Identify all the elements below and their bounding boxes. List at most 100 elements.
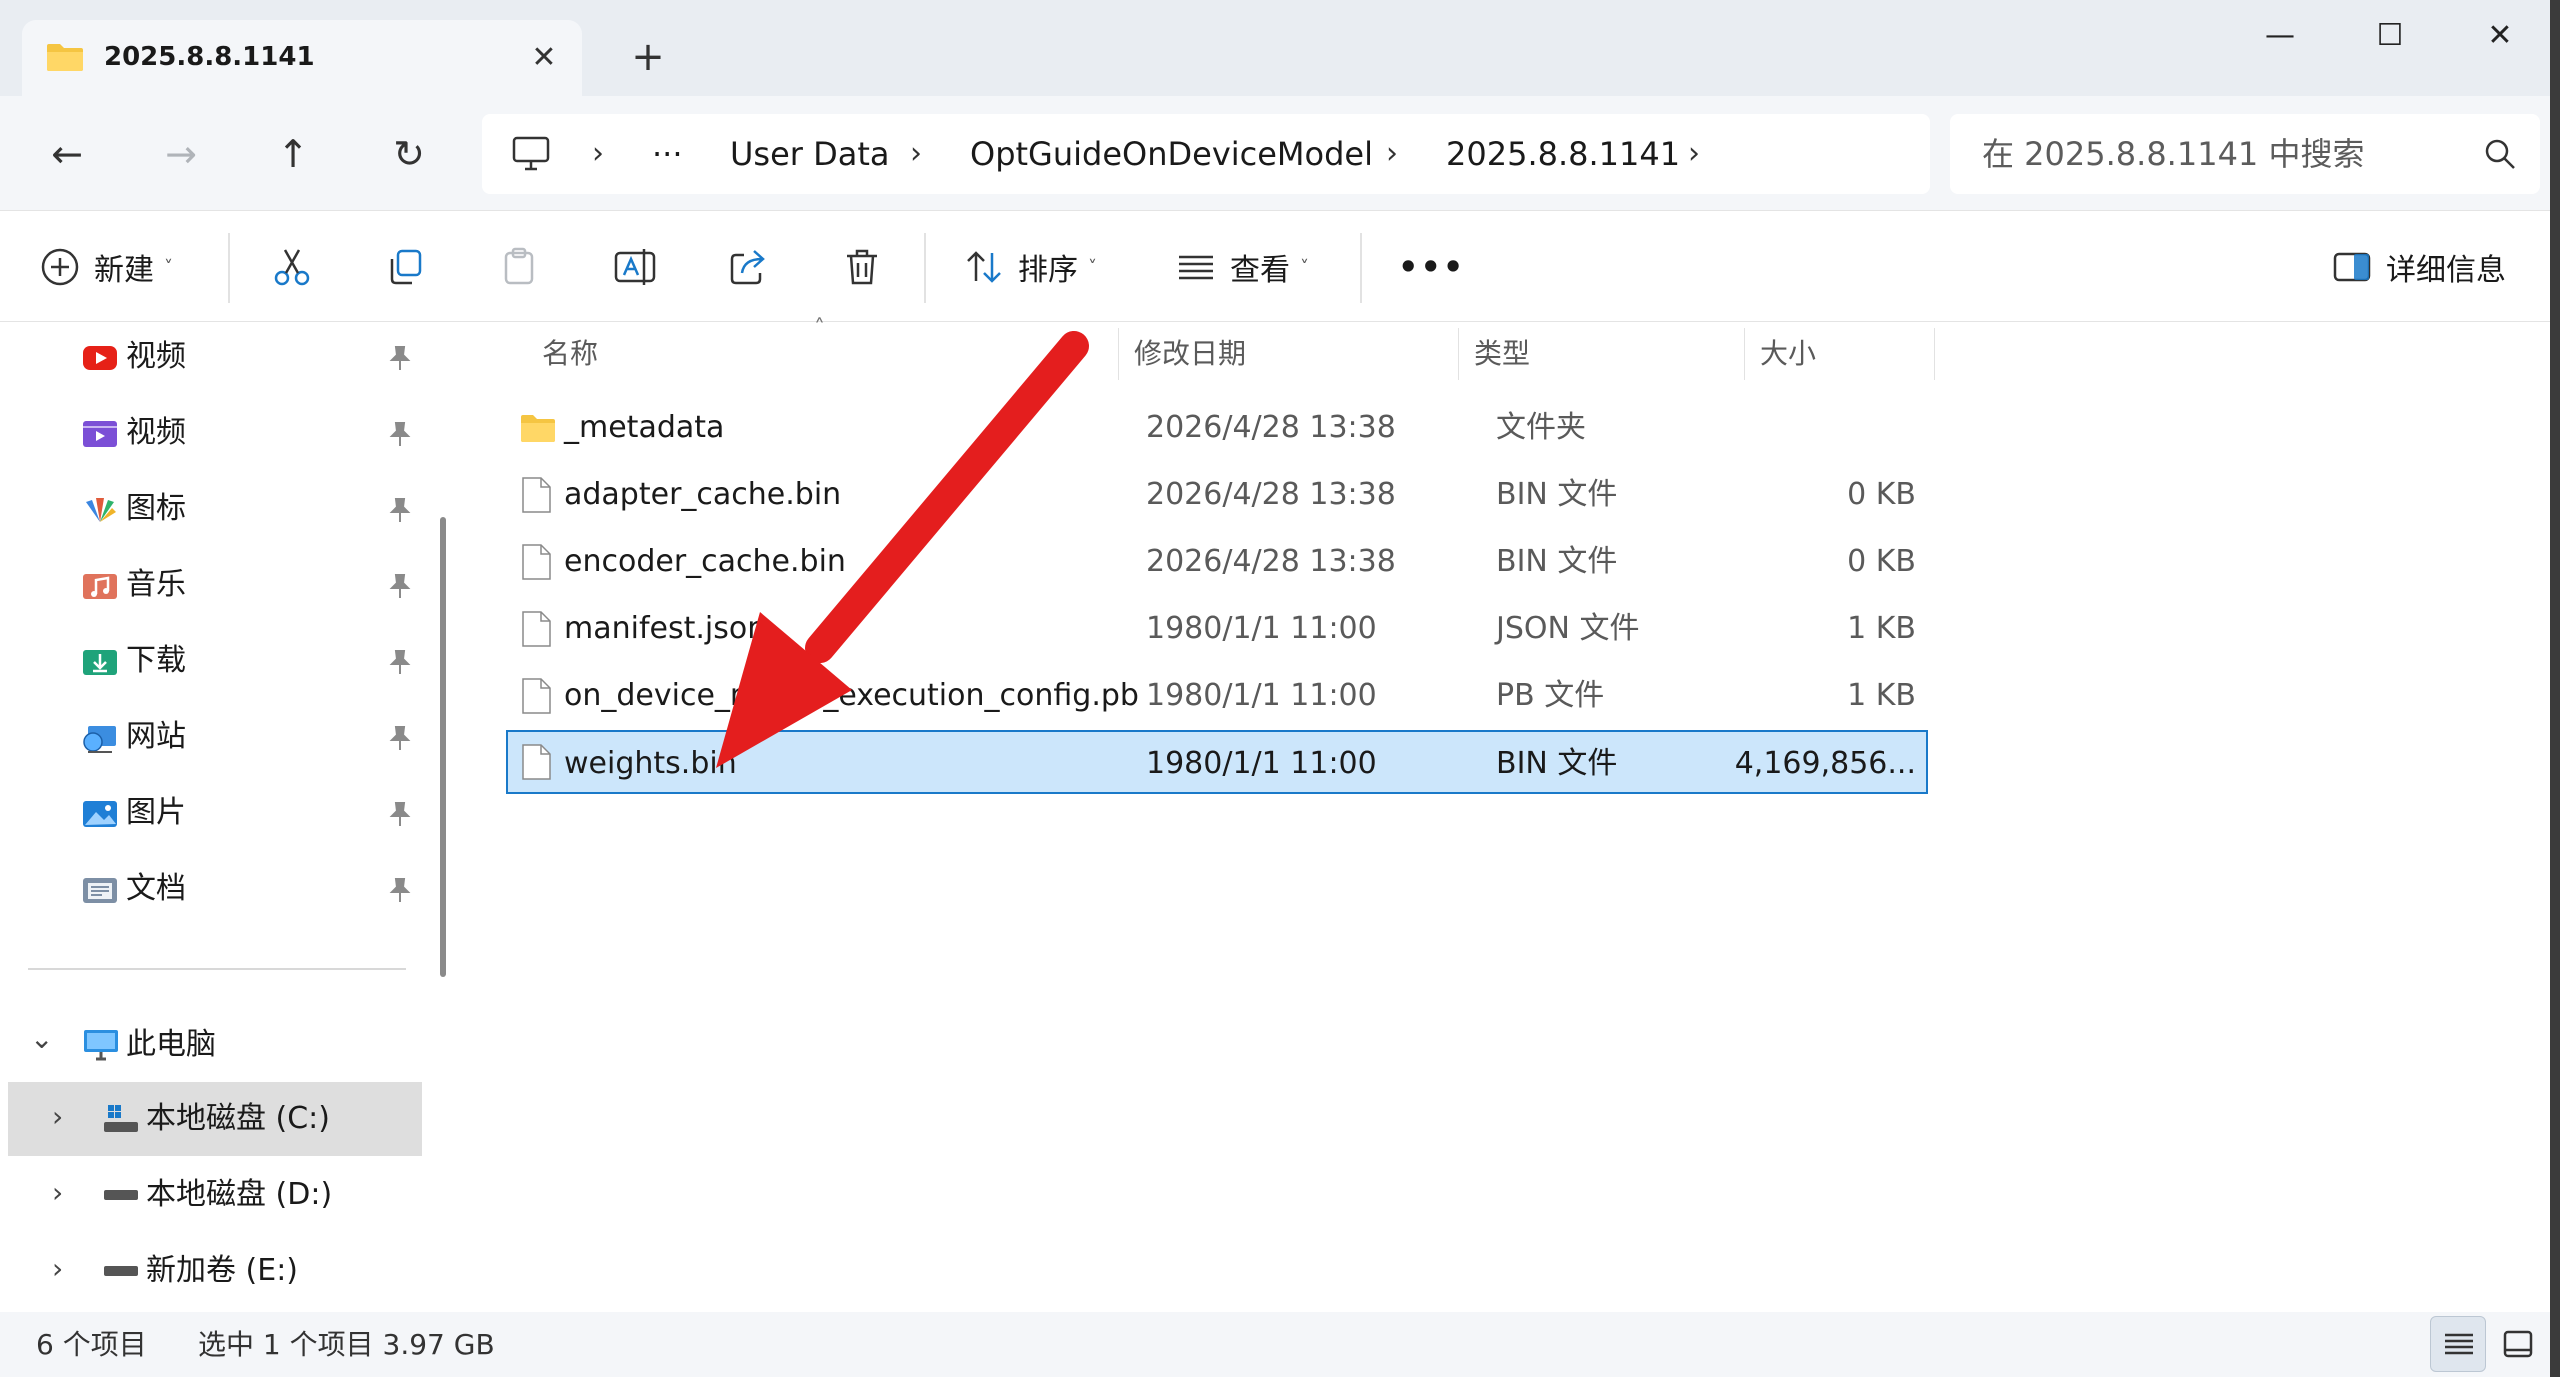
chevron-down-icon[interactable]: ⌄ — [30, 1022, 60, 1060]
cut-button[interactable] — [272, 235, 312, 299]
breadcrumb-current-folder[interactable]: 2025.8.8.1141 — [1446, 114, 1680, 194]
sidebar-item-videos[interactable]: 视频 — [0, 398, 430, 468]
pin-icon[interactable] — [386, 572, 414, 600]
breadcrumb-separator[interactable]: › — [1688, 114, 1700, 194]
file-row-weights[interactable]: weights.bin 1980/1/1 11:00 BIN 文件 4,169,… — [506, 730, 1928, 794]
column-header-type[interactable]: 类型 — [1474, 322, 1530, 386]
refresh-button[interactable]: ↻ — [374, 124, 444, 184]
monitor-icon[interactable] — [512, 136, 550, 172]
view-label: 查看 — [1230, 253, 1290, 288]
this-pc-icon — [84, 1030, 118, 1061]
breadcrumb-optguide[interactable]: OptGuideOnDeviceModel — [970, 114, 1373, 194]
sidebar-item-drive-e[interactable]: › 新加卷 (E:) — [8, 1234, 422, 1308]
up-button[interactable]: ↑ — [258, 124, 328, 184]
share-button[interactable] — [728, 235, 768, 299]
column-header-date[interactable]: 修改日期 — [1134, 322, 1246, 386]
chevron-right-icon[interactable]: › — [52, 1176, 82, 1214]
delete-button[interactable] — [842, 235, 882, 299]
breadcrumb-separator[interactable]: › — [592, 114, 604, 194]
file-name: encoder_cache.bin — [564, 544, 846, 579]
breadcrumb-user-data[interactable]: User Data — [730, 114, 890, 194]
sidebar-item-label: 视频 — [126, 415, 186, 450]
view-button[interactable]: 查看 ˅ — [1176, 235, 1309, 299]
file-size: 1 KB — [1847, 611, 1916, 646]
file-size: 0 KB — [1847, 477, 1916, 512]
new-button[interactable]: 新建 ˅ — [40, 235, 173, 299]
sort-label: 排序 — [1018, 253, 1078, 288]
this-pc-label: 此电脑 — [126, 1027, 216, 1062]
navigation-bar: ← → ↑ ↻ › ··· User Data › OptGuideOnDevi… — [0, 96, 2560, 210]
pin-icon[interactable] — [386, 724, 414, 752]
sidebar-item-pictures[interactable]: 图片 — [0, 778, 430, 848]
rename-button[interactable] — [614, 235, 656, 299]
details-pane-button[interactable]: 详细信息 — [2332, 235, 2506, 299]
column-divider[interactable] — [1744, 328, 1745, 380]
video-folder-icon — [83, 421, 117, 447]
pin-icon[interactable] — [386, 420, 414, 448]
list-view-icon — [1179, 255, 1213, 280]
file-row-manifest[interactable]: manifest.json 1980/1/1 11:00 JSON 文件 1 K… — [506, 597, 1928, 661]
sidebar-item-this-pc[interactable]: ⌄ 此电脑 — [0, 1008, 430, 1082]
sidebar-item-drive-d[interactable]: › 本地磁盘 (D:) — [8, 1158, 422, 1232]
file-name: weights.bin — [564, 746, 737, 781]
copy-button[interactable] — [386, 235, 426, 299]
details-label: 详细信息 — [2386, 253, 2506, 288]
sidebar-item-music[interactable]: 音乐 — [0, 550, 430, 620]
breadcrumb-overflow[interactable]: ··· — [652, 114, 683, 194]
file-date: 2026/4/28 13:38 — [1146, 410, 1396, 445]
close-window-button[interactable]: ✕ — [2450, 6, 2550, 66]
tab-current-folder[interactable]: 2025.8.8.1141 ✕ — [22, 20, 582, 98]
file-row-adapter-cache[interactable]: adapter_cache.bin 2026/4/28 13:38 BIN 文件… — [506, 463, 1928, 527]
sidebar-item-icons[interactable]: 图标 — [0, 474, 430, 544]
sidebar-item-websites[interactable]: 网站 — [0, 702, 430, 772]
sort-icon — [967, 251, 1001, 283]
sidebar-item-videos-youtube[interactable]: 视频 — [0, 322, 430, 392]
column-header-size[interactable]: 大小 — [1760, 322, 1816, 386]
file-size: 0 KB — [1847, 544, 1916, 579]
breadcrumb-separator[interactable]: › — [1386, 114, 1398, 194]
sort-button[interactable]: 排序 ˅ — [964, 235, 1097, 299]
file-size: 1 KB — [1847, 678, 1916, 713]
file-type: BIN 文件 — [1496, 477, 1618, 512]
file-name: adapter_cache.bin — [564, 477, 842, 512]
pin-icon[interactable] — [386, 648, 414, 676]
chevron-right-icon[interactable]: › — [52, 1252, 82, 1290]
column-divider[interactable] — [1934, 328, 1935, 380]
file-explorer-window: 2025.8.8.1141 ✕ + — ☐ ✕ ← → ↑ ↻ › ··· Us… — [0, 0, 2560, 1377]
sidebar-item-documents[interactable]: 文档 — [0, 854, 430, 924]
minimize-button[interactable]: — — [2230, 6, 2330, 66]
more-options-button[interactable]: ••• — [1398, 235, 1465, 299]
column-divider[interactable] — [1458, 328, 1459, 380]
plus-circle-icon — [41, 248, 79, 286]
forward-button[interactable]: → — [146, 124, 216, 184]
sidebar-item-label: 图片 — [126, 795, 186, 830]
details-view-button[interactable] — [2430, 1316, 2486, 1372]
file-type: JSON 文件 — [1496, 611, 1640, 646]
search-input[interactable]: 在 2025.8.8.1141 中搜索 — [1950, 114, 2540, 194]
search-icon[interactable] — [2482, 136, 2518, 172]
sidebar-item-drive-c[interactable]: › 本地磁盘 (C:) — [8, 1082, 422, 1156]
address-bar[interactable]: › ··· User Data › OptGuideOnDeviceModel … — [482, 114, 1930, 194]
chevron-right-icon[interactable]: › — [52, 1100, 82, 1138]
file-row-encoder-cache[interactable]: encoder_cache.bin 2026/4/28 13:38 BIN 文件… — [506, 530, 1928, 594]
tiles-view-button[interactable] — [2490, 1316, 2546, 1372]
pin-icon[interactable] — [386, 344, 414, 372]
sidebar-item-downloads[interactable]: 下载 — [0, 626, 430, 696]
file-date: 1980/1/1 11:00 — [1146, 678, 1377, 713]
tab-close-icon[interactable]: ✕ — [522, 36, 566, 80]
file-row-execution-config[interactable]: on_device_model_execution_config.pb 1980… — [506, 664, 1928, 728]
pictures-folder-icon — [83, 801, 117, 827]
back-button[interactable]: ← — [32, 124, 102, 184]
paste-button[interactable] — [500, 235, 540, 299]
file-date: 2026/4/28 13:38 — [1146, 544, 1396, 579]
breadcrumb-separator[interactable]: › — [910, 114, 922, 194]
new-tab-button[interactable]: + — [620, 34, 676, 84]
pin-icon[interactable] — [386, 876, 414, 904]
file-row-metadata[interactable]: _metadata 2026/4/28 13:38 文件夹 — [506, 396, 1928, 460]
column-divider[interactable] — [1118, 328, 1119, 380]
pin-icon[interactable] — [386, 496, 414, 524]
column-header-name[interactable]: 名称 — [542, 322, 598, 386]
maximize-button[interactable]: ☐ — [2340, 6, 2440, 66]
pin-icon[interactable] — [386, 800, 414, 828]
sidebar-scrollbar[interactable] — [440, 517, 446, 977]
